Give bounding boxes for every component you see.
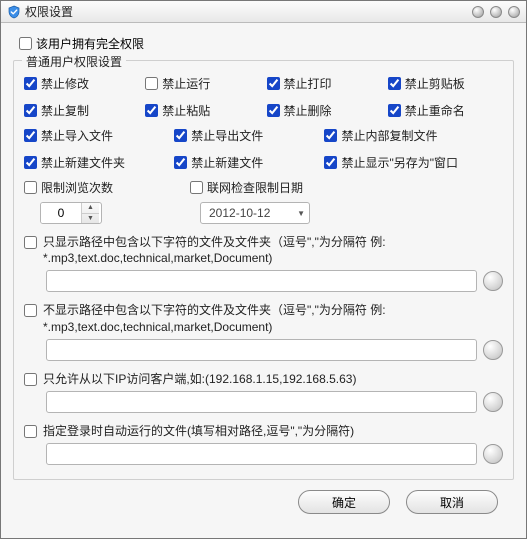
lbl-modify: 禁止修改 [41,75,89,92]
cb-exportf[interactable] [174,129,187,142]
lbl-filter-hide: 不显示路径中包含以下字符的文件及文件夹（逗号","为分隔符 例: *.mp3,t… [43,302,503,334]
fieldset-legend: 普通用户权限设置 [22,53,126,70]
lbl-limitview: 限制浏览次数 [41,179,113,196]
netcheck-date-picker[interactable]: 2012-10-12 ▼ [200,202,310,224]
cb-saveas[interactable] [324,156,337,169]
lbl-autorun: 指定登录时自动运行的文件(填写相对路径,逗号","为分隔符) [43,423,354,439]
limitview-spinner[interactable]: ▲ ▼ [40,202,102,224]
spinner-up-icon[interactable]: ▲ [82,203,99,214]
shield-check-icon [7,5,21,19]
lbl-filter-show: 只显示路径中包含以下字符的文件及文件夹（逗号","为分隔符 例: *.mp3,t… [43,234,503,266]
lbl-rename: 禁止重命名 [405,102,465,119]
cb-filter-show[interactable] [24,236,37,249]
lbl-run: 禁止运行 [162,75,210,92]
cb-modify[interactable] [24,77,37,90]
autorun-block: 指定登录时自动运行的文件(填写相对路径,逗号","为分隔符) [24,423,503,465]
chevron-down-icon[interactable]: ▼ [297,209,305,218]
cb-importf[interactable] [24,129,37,142]
lbl-importf: 禁止导入文件 [41,127,113,144]
btn-ip-allow-more[interactable] [483,392,503,412]
cb-newfile[interactable] [174,156,187,169]
window-control-dot[interactable] [472,6,484,18]
btn-autorun-more[interactable] [483,444,503,464]
full-perm-checkbox[interactable] [19,37,32,50]
cancel-button[interactable]: 取消 [406,490,498,514]
window-control-dot[interactable] [490,6,502,18]
spinner-down-icon[interactable]: ▼ [82,214,99,224]
cb-rename[interactable] [388,104,401,117]
lbl-paste: 禁止粘贴 [162,102,210,119]
normal-perm-fieldset: 普通用户权限设置 禁止修改 禁止运行 禁止打印 禁止剪贴板 禁止复制 禁止粘贴 … [13,60,514,480]
netcheck-date-wrap: 2012-10-12 ▼ [190,202,503,224]
cb-delete[interactable] [267,104,280,117]
cb-clip[interactable] [388,77,401,90]
limitview-spin-wrap: ▲ ▼ [24,202,184,224]
cb-copy[interactable] [24,104,37,117]
titlebar: 权限设置 [1,1,526,23]
filter-show-block: 只显示路径中包含以下字符的文件及文件夹（逗号","为分隔符 例: *.mp3,t… [24,234,503,292]
full-perm-label: 该用户拥有完全权限 [36,35,144,52]
lbl-netcheck: 联网检查限制日期 [207,179,303,196]
ip-allow-block: 只允许从以下IP访问客户端,如:(192.168.1.15,192.168.5.… [24,371,503,413]
dialog-window: 权限设置 该用户拥有完全权限 普通用户权限设置 禁止修改 禁止运行 禁止打印 禁… [0,0,527,539]
cb-netcheck[interactable] [190,181,203,194]
spinner-arrows: ▲ ▼ [81,203,99,223]
cb-intcopy[interactable] [324,129,337,142]
client-area: 该用户拥有完全权限 普通用户权限设置 禁止修改 禁止运行 禁止打印 禁止剪贴板 … [1,23,526,538]
netcheck-date-value: 2012-10-12 [209,206,270,220]
lbl-clip: 禁止剪贴板 [405,75,465,92]
lbl-exportf: 禁止导出文件 [191,127,263,144]
lbl-newdir: 禁止新建文件夹 [41,154,125,171]
cb-limitview[interactable] [24,181,37,194]
window-control-dot[interactable] [508,6,520,18]
dialog-footer: 确定 取消 [13,480,514,526]
ok-button[interactable]: 确定 [298,490,390,514]
limitview-input[interactable] [41,203,81,223]
lbl-intcopy: 禁止内部复制文件 [341,127,437,144]
input-ip-allow[interactable] [46,391,477,413]
btn-filter-hide-more[interactable] [483,340,503,360]
window-controls [472,6,520,18]
cb-ip-allow[interactable] [24,373,37,386]
cb-autorun[interactable] [24,425,37,438]
lbl-delete: 禁止删除 [284,102,332,119]
cb-paste[interactable] [145,104,158,117]
lbl-ip-allow: 只允许从以下IP访问客户端,如:(192.168.1.15,192.168.5.… [43,371,356,387]
lbl-print: 禁止打印 [284,75,332,92]
lbl-copy: 禁止复制 [41,102,89,119]
cb-print[interactable] [267,77,280,90]
filter-hide-block: 不显示路径中包含以下字符的文件及文件夹（逗号","为分隔符 例: *.mp3,t… [24,302,503,360]
input-filter-show[interactable] [46,270,477,292]
btn-filter-show-more[interactable] [483,271,503,291]
perm-grid-row1-2: 禁止修改 禁止运行 禁止打印 禁止剪贴板 禁止复制 禁止粘贴 禁止删除 禁止重命… [24,75,503,119]
lbl-saveas: 禁止显示"另存为"窗口 [341,154,458,171]
lbl-newfile: 禁止新建文件 [191,154,263,171]
cb-newdir[interactable] [24,156,37,169]
perm-grid-row3-4: 禁止导入文件 禁止导出文件 禁止内部复制文件 禁止新建文件夹 禁止新建文件 禁止… [24,127,503,171]
limit-row: 限制浏览次数 联网检查限制日期 ▲ ▼ 2012-10-12 ▼ [24,179,503,224]
window-title: 权限设置 [25,3,73,20]
cb-run[interactable] [145,77,158,90]
full-perm-row: 该用户拥有完全权限 [19,35,514,52]
input-filter-hide[interactable] [46,339,477,361]
cb-filter-hide[interactable] [24,304,37,317]
input-autorun[interactable] [46,443,477,465]
